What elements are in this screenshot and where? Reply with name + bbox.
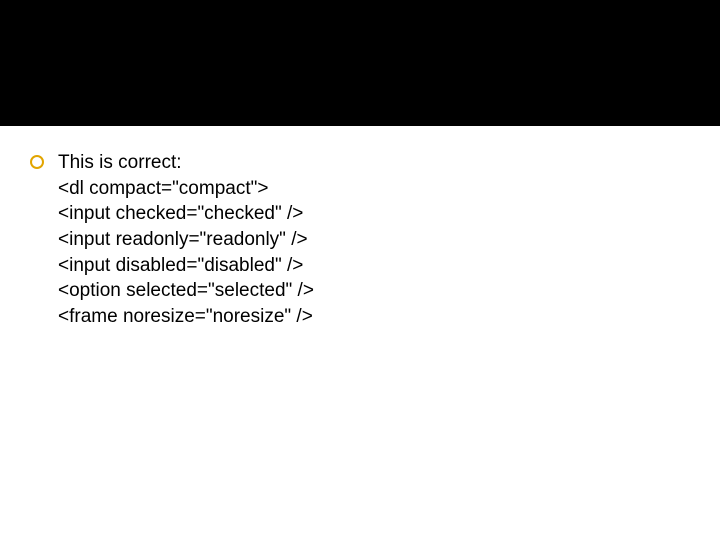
code-line: <input readonly="readonly" />: [58, 227, 690, 253]
bullet-icon: [30, 155, 44, 169]
content-area: This is correct: <dl compact="compact"> …: [30, 150, 690, 329]
code-line: <input checked="checked" />: [58, 201, 690, 227]
code-line: <option selected="selected" />: [58, 278, 690, 304]
code-line: <dl compact="compact">: [58, 176, 690, 202]
code-line: <frame noresize="noresize" />: [58, 304, 690, 330]
bullet-text: This is correct: <dl compact="compact"> …: [58, 150, 690, 329]
lead-line: This is correct:: [58, 150, 690, 176]
bullet-item: This is correct: <dl compact="compact"> …: [30, 150, 690, 329]
slide: This is correct: <dl compact="compact"> …: [0, 0, 720, 540]
code-line: <input disabled="disabled" />: [58, 253, 690, 279]
title-band: [0, 0, 720, 126]
